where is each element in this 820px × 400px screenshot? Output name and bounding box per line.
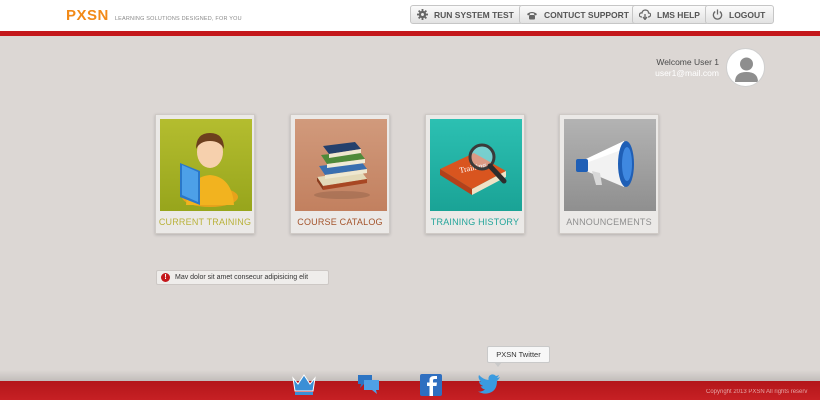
- alert-text: Mav dolor sit amet consecur adipisicing …: [175, 274, 309, 281]
- user-email: user1@mail.com: [655, 68, 719, 78]
- header-accent-line: [0, 31, 820, 36]
- footer-bar: [0, 381, 820, 400]
- books-icon: [314, 142, 370, 199]
- avatar[interactable]: [726, 48, 765, 87]
- tile-announcements-label: ANNOUNCEMENTS: [566, 217, 652, 227]
- notification-alert[interactable]: ! Mav dolor sit amet consecur adipisicin…: [156, 270, 329, 285]
- tile-course-catalog-label: COURSE CATALOG: [297, 217, 383, 227]
- run-system-test-label: RUN SYSTEM TEST: [434, 9, 514, 20]
- tile-course-catalog[interactable]: COURSE CATALOG: [290, 114, 390, 234]
- training-history-image: Training: [430, 119, 522, 211]
- twitter-tooltip: PXSN Twitter: [487, 346, 550, 367]
- magnifier-book-icon: Training: [440, 143, 507, 195]
- current-training-image: [160, 119, 252, 211]
- copyright-text: Copyright 2013 PXSN All rights reserv: [706, 389, 808, 395]
- course-catalog-image: [295, 119, 387, 211]
- top-header: PXSN LEARNING SOLUTIONS DESIGNED, FOR YO…: [0, 0, 820, 31]
- run-system-test-button[interactable]: RUN SYSTEM TEST: [410, 5, 523, 24]
- announcements-image: [564, 119, 656, 211]
- cloud-download-icon: [639, 9, 651, 20]
- tile-current-training-label: CURRENT TRAINING: [158, 217, 252, 227]
- phone-icon: [527, 11, 537, 19]
- contact-support-button[interactable]: CONTUCT SUPPORT: [519, 5, 638, 24]
- contact-support-label: CONTUCT SUPPORT: [544, 9, 629, 20]
- power-icon: [712, 9, 723, 20]
- lms-help-button[interactable]: LMS HELP: [632, 5, 709, 24]
- alert-icon: !: [161, 273, 170, 282]
- crown-icon[interactable]: [290, 370, 318, 398]
- gear-icon: [417, 9, 428, 20]
- tile-training-history[interactable]: Training TRAINING HISTORY: [425, 114, 525, 234]
- logout-button[interactable]: LOGOUT: [705, 5, 775, 24]
- tile-announcements[interactable]: ANNOUNCEMENTS: [559, 114, 659, 234]
- chat-icon[interactable]: [354, 370, 382, 398]
- tile-training-history-label: TRAINING HISTORY: [430, 217, 520, 227]
- megaphone-icon: [576, 141, 634, 187]
- logo-text: PXSN: [66, 7, 109, 24]
- user-silhouette-icon: [735, 57, 758, 82]
- student-icon: [180, 133, 238, 207]
- logo[interactable]: PXSN LEARNING SOLUTIONS DESIGNED, FOR YO…: [66, 7, 242, 24]
- facebook-icon[interactable]: [417, 370, 445, 398]
- welcome-text: Welcome User 1: [656, 57, 719, 67]
- tile-current-training[interactable]: CURRENT TRAINING: [155, 114, 255, 234]
- lms-help-label: LMS HELP: [657, 9, 700, 20]
- logout-label: LOGOUT: [729, 9, 766, 20]
- logo-tagline: LEARNING SOLUTIONS DESIGNED, FOR YOU: [114, 16, 242, 22]
- welcome-block: Welcome User 1 user1@mail.com: [655, 57, 719, 79]
- twitter-icon[interactable]: [475, 370, 503, 398]
- footer-shadow: [0, 370, 820, 381]
